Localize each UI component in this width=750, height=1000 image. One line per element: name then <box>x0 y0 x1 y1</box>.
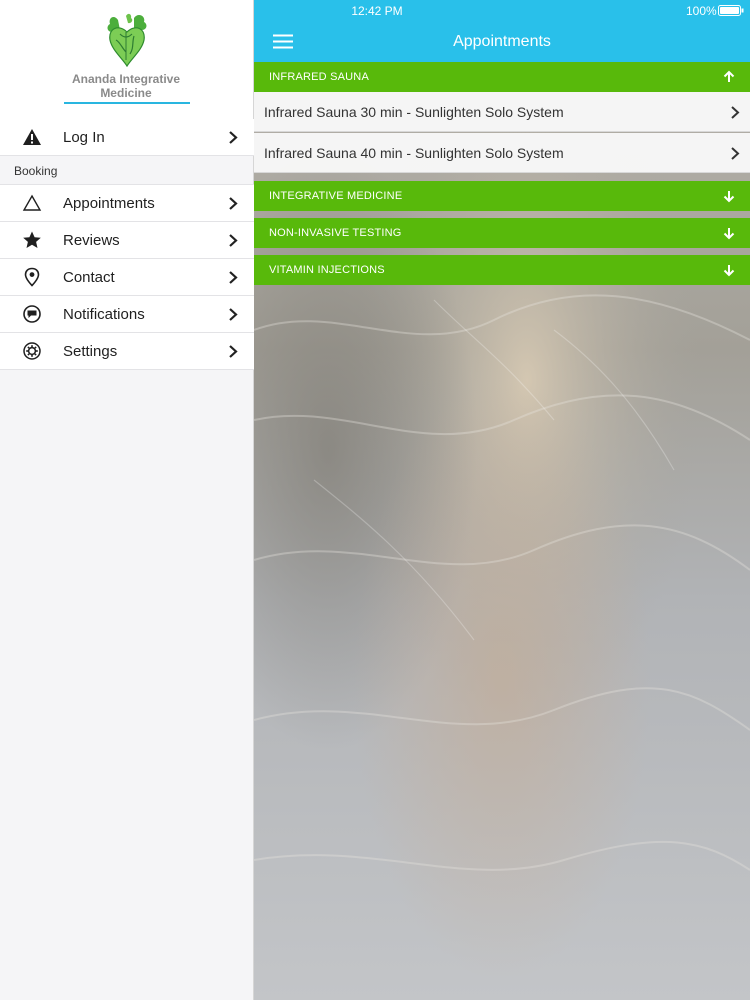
category-header-integrative-medicine[interactable]: INTEGRATIVE MEDICINE <box>254 181 750 211</box>
brand-name-line1: Ananda Integrative <box>71 72 181 86</box>
sidebar-item-label: Appointments <box>63 195 155 212</box>
service-item-infrared-sauna-40[interactable]: Infrared Sauna 40 min - Sunlighten Solo … <box>254 133 750 173</box>
service-item-label: Infrared Sauna 40 min - Sunlighten Solo … <box>264 145 564 161</box>
warning-icon <box>23 129 41 145</box>
category-label: INTEGRATIVE MEDICINE <box>269 190 403 202</box>
chevron-right-icon <box>731 147 740 160</box>
sidebar-item-contact[interactable]: Contact <box>0 259 254 296</box>
sidebar-item-label: Log In <box>63 129 105 146</box>
category-label: NON-INVASIVE TESTING <box>269 227 402 239</box>
triangle-icon <box>22 194 42 211</box>
sidebar: Ananda Integrative Medicine Log In Booki… <box>0 0 254 1000</box>
chat-bubble-icon <box>23 305 41 323</box>
brand-name: Ananda Integrative Medicine <box>54 72 198 100</box>
sidebar-item-settings[interactable]: Settings <box>0 333 254 370</box>
chevron-right-icon <box>229 271 238 284</box>
category-label: VITAMIN INJECTIONS <box>269 264 385 276</box>
sidebar-item-reviews[interactable]: Reviews <box>0 222 254 259</box>
arrow-down-icon <box>723 228 735 240</box>
chevron-right-icon <box>229 131 238 144</box>
arrow-down-icon <box>723 191 735 203</box>
location-pin-icon <box>24 267 40 287</box>
brand-underline <box>64 102 190 104</box>
section-label-booking: Booking <box>14 164 58 178</box>
service-item-label: Infrared Sauna 30 min - Sunlighten Solo … <box>264 104 564 120</box>
arrow-down-icon <box>723 265 735 277</box>
service-item-infrared-sauna-30[interactable]: Infrared Sauna 30 min - Sunlighten Solo … <box>254 92 750 132</box>
gear-icon <box>23 342 41 360</box>
status-battery-percent: 100% <box>686 4 717 18</box>
navigation-bar: 12:42 PM 100% Appointments <box>254 0 750 62</box>
sidebar-item-notifications[interactable]: Notifications <box>0 296 254 333</box>
sidebar-item-label: Reviews <box>63 232 120 249</box>
status-time: 12:42 PM <box>351 4 403 18</box>
category-label: INFRARED SAUNA <box>269 71 369 83</box>
chevron-right-icon <box>731 106 740 119</box>
battery-icon <box>718 5 744 16</box>
sidebar-item-login[interactable]: Log In <box>0 119 254 156</box>
arrow-up-icon <box>723 70 735 82</box>
main-panel: 12:42 PM 100% Appointments INFRARED SAUN… <box>254 0 750 1000</box>
sidebar-item-label: Settings <box>63 343 118 360</box>
chevron-right-icon <box>229 308 238 321</box>
sidebar-item-label: Contact <box>63 269 115 286</box>
brand-header: Ananda Integrative Medicine <box>0 0 253 120</box>
category-header-vitamin-injections[interactable]: VITAMIN INJECTIONS <box>254 255 750 285</box>
star-icon <box>23 231 41 248</box>
chevron-right-icon <box>229 345 238 358</box>
sidebar-item-appointments[interactable]: Appointments <box>0 185 254 222</box>
chevron-right-icon <box>229 234 238 247</box>
sidebar-item-label: Notifications <box>63 306 145 323</box>
category-header-non-invasive-testing[interactable]: NON-INVASIVE TESTING <box>254 218 750 248</box>
divider <box>0 155 254 156</box>
heart-logo-icon <box>107 13 147 68</box>
page-title: Appointments <box>453 33 551 50</box>
brand-name-line2: Medicine <box>100 86 152 100</box>
category-header-infrared-sauna[interactable]: INFRARED SAUNA <box>254 62 750 92</box>
app-root: Ananda Integrative Medicine Log In Booki… <box>0 0 750 1000</box>
chevron-right-icon <box>229 197 238 210</box>
